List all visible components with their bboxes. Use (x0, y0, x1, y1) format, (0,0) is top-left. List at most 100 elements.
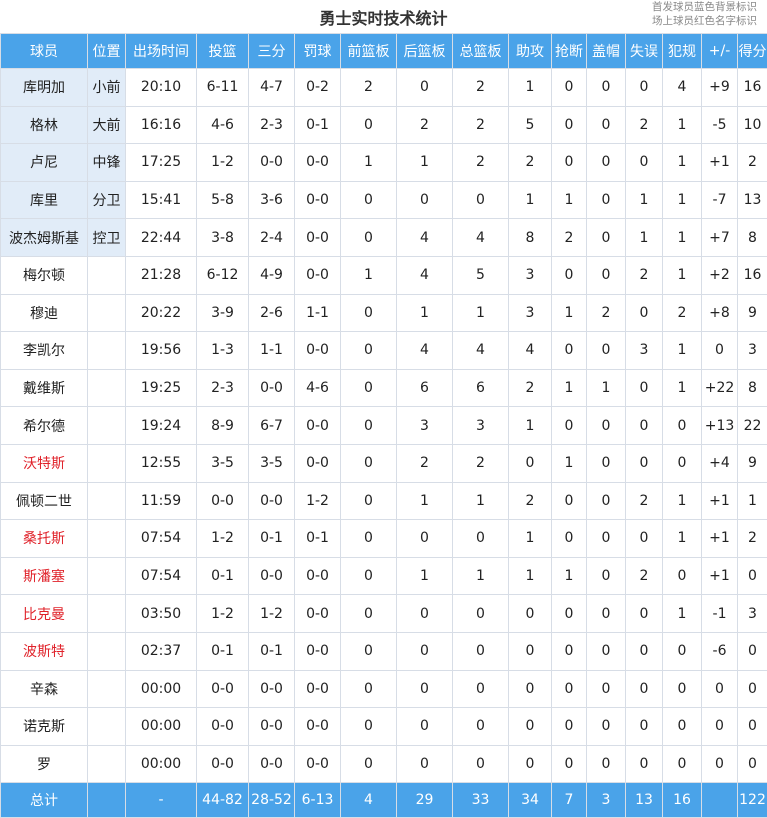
cell-blocks: 0 (586, 443, 626, 483)
cell-free-throws: 1-1 (294, 293, 341, 333)
cell-total-rebounds: 5 (452, 255, 509, 295)
cell-turnovers: 0 (625, 519, 663, 558)
cell-blocks: 0 (586, 180, 626, 220)
cell-minutes: 02:37 (125, 631, 197, 671)
total-assists: 34 (508, 782, 552, 818)
cell-minutes: 21:28 (125, 255, 197, 295)
cell-turnovers: 2 (625, 105, 663, 145)
cell-position (87, 669, 126, 709)
header-row: 球员 位置 出场时间 投篮 三分 罚球 前篮板 后篮板 总篮板 助攻 抢断 盖帽 失误 犯规 +/- 得分 (0, 33, 767, 69)
cell-fouls: 2 (662, 293, 702, 333)
cell-defensive-rebounds: 1 (396, 481, 453, 521)
cell-blocks: 0 (586, 669, 626, 709)
total-fouls: 16 (662, 782, 702, 818)
cell-position (87, 255, 126, 295)
cell-three-pointers: 0-1 (248, 631, 295, 671)
player-name: 库里 (0, 180, 88, 220)
table-row: 库明加 小前 20:10 6-11 4-7 0-2 2 0 2 1 0 0 0 4 +9 16 (0, 68, 767, 107)
cell-points: 0 (737, 631, 767, 671)
cell-points: 16 (737, 255, 767, 295)
cell-blocks: 0 (586, 406, 626, 445)
cell-points: 8 (737, 368, 767, 408)
cell-assists: 3 (508, 293, 552, 333)
cell-field-goals: 0-1 (196, 556, 249, 596)
table-row: 诺克斯 00:00 0-0 0-0 0-0 0 0 0 0 0 0 0 0 0 0 (0, 707, 767, 746)
total-plus-minus (701, 782, 738, 818)
cell-turnovers: 1 (625, 180, 663, 220)
cell-field-goals: 0-0 (196, 669, 249, 709)
cell-free-throws: 0-0 (294, 707, 341, 746)
cell-plus-minus: +7 (701, 218, 738, 257)
cell-position: 大前 (87, 105, 126, 145)
cell-turnovers: 2 (625, 481, 663, 521)
cell-three-pointers: 2-6 (248, 293, 295, 333)
table-row: 佩顿二世 11:59 0-0 0-0 1-2 0 1 1 2 0 0 2 1 +1 1 (0, 481, 767, 521)
cell-offensive-rebounds: 0 (340, 594, 397, 633)
cell-steals: 0 (551, 331, 587, 370)
cell-fouls: 0 (662, 556, 702, 596)
cell-field-goals: 0-0 (196, 744, 249, 784)
table-row: 格林 大前 16:16 4-6 2-3 0-1 0 2 2 5 0 0 2 1 -5 10 (0, 105, 767, 145)
cell-minutes: 12:55 (125, 443, 197, 483)
cell-fouls: 1 (662, 519, 702, 558)
cell-defensive-rebounds: 0 (396, 180, 453, 220)
column-header-turnovers: 失误 (625, 33, 663, 69)
cell-points: 3 (737, 594, 767, 633)
cell-steals: 1 (551, 368, 587, 408)
cell-offensive-rebounds: 0 (340, 218, 397, 257)
cell-defensive-rebounds: 3 (396, 406, 453, 445)
total-offensive-rebounds: 4 (340, 782, 397, 818)
total-steals: 7 (551, 782, 587, 818)
cell-steals: 0 (551, 631, 587, 671)
cell-field-goals: 1-2 (196, 143, 249, 182)
cell-minutes: 20:10 (125, 68, 197, 107)
cell-total-rebounds: 6 (452, 368, 509, 408)
cell-blocks: 0 (586, 105, 626, 145)
cell-fouls: 1 (662, 331, 702, 370)
cell-steals: 0 (551, 707, 587, 746)
cell-plus-minus: -7 (701, 180, 738, 220)
cell-three-pointers: 0-0 (248, 556, 295, 596)
cell-points: 9 (737, 293, 767, 333)
cell-three-pointers: 3-6 (248, 180, 295, 220)
cell-three-pointers: 0-0 (248, 744, 295, 784)
cell-blocks: 0 (586, 143, 626, 182)
player-name: 戴维斯 (0, 368, 88, 408)
cell-position (87, 594, 126, 633)
cell-offensive-rebounds: 0 (340, 744, 397, 784)
cell-steals: 2 (551, 218, 587, 257)
cell-field-goals: 8-9 (196, 406, 249, 445)
cell-turnovers: 0 (625, 68, 663, 107)
cell-minutes: 00:00 (125, 707, 197, 746)
cell-offensive-rebounds: 0 (340, 368, 397, 408)
cell-offensive-rebounds: 0 (340, 707, 397, 746)
cell-field-goals: 4-6 (196, 105, 249, 145)
cell-plus-minus: +8 (701, 293, 738, 333)
cell-position: 小前 (87, 68, 126, 107)
box-score-table: 球员 位置 出场时间 投篮 三分 罚球 前篮板 后篮板 总篮板 助攻 抢断 盖帽 失误 犯规 +/- 得分 库… (0, 33, 767, 818)
cell-position (87, 631, 126, 671)
cell-points: 9 (737, 443, 767, 483)
cell-defensive-rebounds: 4 (396, 255, 453, 295)
cell-points: 0 (737, 556, 767, 596)
cell-total-rebounds: 1 (452, 481, 509, 521)
table-row: 沃特斯 12:55 3-5 3-5 0-0 0 2 2 0 1 0 0 0 +4 9 (0, 443, 767, 483)
cell-position (87, 406, 126, 445)
cell-steals: 1 (551, 443, 587, 483)
cell-free-throws: 1-2 (294, 481, 341, 521)
cell-position (87, 443, 126, 483)
cell-position: 控卫 (87, 218, 126, 257)
table-row: 卢尼 中锋 17:25 1-2 0-0 0-0 1 1 2 2 0 0 0 1 +1 2 (0, 143, 767, 182)
cell-three-pointers: 1-2 (248, 594, 295, 633)
player-name: 穆迪 (0, 293, 88, 333)
cell-total-rebounds: 4 (452, 218, 509, 257)
cell-plus-minus: 0 (701, 707, 738, 746)
table-row: 比克曼 03:50 1-2 1-2 0-0 0 0 0 0 0 0 0 1 -1 3 (0, 594, 767, 633)
column-header-defensive-rebounds: 后篮板 (396, 33, 453, 69)
cell-turnovers: 0 (625, 368, 663, 408)
column-header-plus-minus: +/- (701, 33, 738, 69)
table-row: 桑托斯 07:54 1-2 0-1 0-1 0 0 0 1 0 0 0 1 +1 2 (0, 519, 767, 558)
cell-defensive-rebounds: 0 (396, 707, 453, 746)
cell-total-rebounds: 0 (452, 631, 509, 671)
cell-three-pointers: 1-1 (248, 331, 295, 370)
